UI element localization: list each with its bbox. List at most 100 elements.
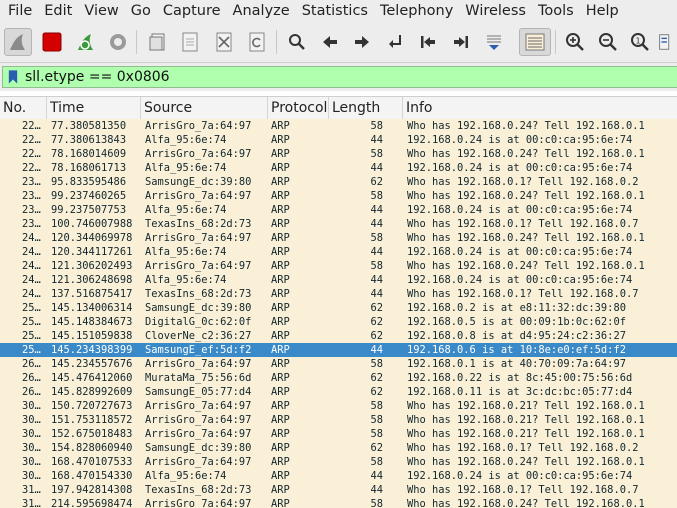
packet-time: 151.753118572 bbox=[51, 414, 133, 426]
packet-row[interactable]: 22… 78.168061713 Alfa_95:6e:74 ARP 44 192.168… bbox=[0, 161, 677, 175]
menu-statistics[interactable]: Statistics bbox=[296, 0, 374, 22]
packet-length: 44 bbox=[370, 204, 383, 216]
display-filter-input[interactable]: sll.etype == 0x0806 bbox=[2, 66, 677, 88]
packet-row[interactable]: 24… 137.516875417 TexasIns_68:2d:73 ARP 44 Wh… bbox=[0, 287, 677, 301]
packet-row[interactable]: 25… 145.134006314 SamsungE_dc:39:80 ARP 62 19… bbox=[0, 301, 677, 315]
close-file-button[interactable] bbox=[210, 28, 238, 56]
packet-time: 137.516875417 bbox=[51, 288, 133, 300]
packet-row[interactable]: 26… 145.234557676 ArrisGro_7a:64:97 ARP 58 19… bbox=[0, 357, 677, 371]
column-header-length[interactable]: Length bbox=[329, 97, 403, 119]
menu-view[interactable]: View bbox=[78, 0, 124, 22]
reload-file-button[interactable] bbox=[243, 28, 271, 56]
packet-row[interactable]: 26… 145.476412060 MurataMa_75:56:6d ARP 62 19… bbox=[0, 371, 677, 385]
packet-row[interactable]: 22… 77.380581350 ArrisGro_7a:64:97 ARP 58 Who… bbox=[0, 119, 677, 133]
menu-wireless[interactable]: Wireless bbox=[459, 0, 532, 22]
toolbar-separator bbox=[136, 30, 137, 54]
packet-row[interactable]: 30… 168.470107533 ArrisGro_7a:64:97 ARP 58 Wh… bbox=[0, 455, 677, 469]
packet-row[interactable]: 25… 145.148384673 DigitalG_0c:62:0f ARP 62 19… bbox=[0, 315, 677, 329]
packet-protocol: ARP bbox=[271, 190, 290, 202]
bookmark-icon[interactable] bbox=[7, 68, 19, 86]
packet-source: ArrisGro_7a:64:97 bbox=[145, 232, 252, 244]
column-header-no[interactable]: No. bbox=[0, 97, 47, 119]
packet-length: 62 bbox=[370, 330, 383, 342]
packet-row[interactable]: 24… 120.344117261 Alfa_95:6e:74 ARP 44 192.16… bbox=[0, 245, 677, 259]
packet-row[interactable]: 25… 145.151059838 CloverNe_c2:36:27 ARP 62 19… bbox=[0, 329, 677, 343]
packet-number: 24… bbox=[22, 260, 41, 272]
packet-row[interactable]: 26… 145.828992609 SamsungE_05:77:d4 ARP 62 19… bbox=[0, 385, 677, 399]
packet-row[interactable]: 30… 151.753118572 ArrisGro_7a:64:97 ARP 58 Wh… bbox=[0, 413, 677, 427]
menu-go[interactable]: Go bbox=[125, 0, 157, 22]
go-last-packet-button[interactable] bbox=[447, 28, 475, 56]
column-header-time[interactable]: Time bbox=[47, 97, 141, 119]
go-forward-button[interactable] bbox=[348, 28, 376, 56]
packet-row[interactable]: 22… 77.380613843 Alfa_95:6e:74 ARP 44 192.168… bbox=[0, 133, 677, 147]
packet-row-selected[interactable]: 25… 145.234398399 SamsungE_ef:5d:f2 ARP 44 19… bbox=[0, 343, 677, 357]
packet-row[interactable]: 24… 121.306248698 Alfa_95:6e:74 ARP 44 192.16… bbox=[0, 273, 677, 287]
packet-length: 62 bbox=[370, 386, 383, 398]
packet-row[interactable]: 30… 154.828060940 SamsungE_dc:39:80 ARP 62 Wh… bbox=[0, 441, 677, 455]
packet-length: 62 bbox=[370, 372, 383, 384]
close-file-icon bbox=[216, 32, 232, 52]
menu-file[interactable]: File bbox=[0, 0, 38, 22]
stop-capture-button[interactable] bbox=[38, 28, 66, 56]
packet-time: 152.675018483 bbox=[51, 428, 133, 440]
packet-row[interactable]: 24… 121.306202493 ArrisGro_7a:64:97 ARP 58 Wh… bbox=[0, 259, 677, 273]
packet-info: 192.168.0.1 is at 40:70:09:7a:64:97 bbox=[407, 358, 626, 370]
packet-time: 100.746007988 bbox=[51, 218, 133, 230]
go-first-packet-icon bbox=[421, 36, 435, 48]
packet-row[interactable]: 23… 95.833595486 SamsungE_dc:39:80 ARP 62 Who… bbox=[0, 175, 677, 189]
packet-row[interactable]: 22… 78.168014609 ArrisGro_7a:64:97 ARP 58 Who… bbox=[0, 147, 677, 161]
column-header-info[interactable]: Info bbox=[403, 97, 677, 119]
packet-protocol: ARP bbox=[271, 372, 290, 384]
packet-row[interactable]: 23… 100.746007988 TexasIns_68:2d:73 ARP 44 Wh… bbox=[0, 217, 677, 231]
packet-protocol: ARP bbox=[271, 176, 290, 188]
packet-source: TexasIns_68:2d:73 bbox=[145, 484, 252, 496]
start-capture-button[interactable] bbox=[4, 28, 32, 56]
packet-row[interactable]: 23… 99.237507753 Alfa_95:6e:74 ARP 44 192.168… bbox=[0, 203, 677, 217]
packet-source: CloverNe_c2:36:27 bbox=[145, 330, 252, 342]
go-first-packet-button[interactable] bbox=[414, 28, 442, 56]
packet-time: 150.720727673 bbox=[51, 400, 133, 412]
packet-length: 58 bbox=[370, 400, 383, 412]
resize-columns-button[interactable] bbox=[656, 28, 676, 56]
packet-row[interactable]: 31… 214.595698474 ArrisGro_7a:64:97 ARP 58 Wh… bbox=[0, 497, 677, 508]
menu-telephony[interactable]: Telephony bbox=[374, 0, 459, 22]
open-file-button[interactable] bbox=[144, 28, 172, 56]
menu-edit[interactable]: Edit bbox=[38, 0, 78, 22]
packet-row[interactable]: 23… 99.237460265 ArrisGro_7a:64:97 ARP 58 Who… bbox=[0, 189, 677, 203]
capture-options-button[interactable] bbox=[104, 28, 132, 56]
colorize-button[interactable] bbox=[519, 28, 551, 56]
packet-row[interactable]: 30… 168.470154330 Alfa_95:6e:74 ARP 44 192.16… bbox=[0, 469, 677, 483]
packet-protocol: ARP bbox=[271, 470, 290, 482]
normal-size-button[interactable]: 1 bbox=[626, 28, 654, 56]
packet-row[interactable]: 30… 150.720727673 ArrisGro_7a:64:97 ARP 58 Wh… bbox=[0, 399, 677, 413]
packet-source: ArrisGro_7a:64:97 bbox=[145, 414, 252, 426]
menu-help[interactable]: Help bbox=[580, 0, 625, 22]
column-header-protocol[interactable]: Protocol bbox=[268, 97, 329, 119]
packet-row[interactable]: 24… 120.344069978 ArrisGro_7a:64:97 ARP 58 Wh… bbox=[0, 231, 677, 245]
packet-protocol: ARP bbox=[271, 484, 290, 496]
packet-number: 25… bbox=[22, 344, 41, 356]
packet-number: 22… bbox=[22, 148, 41, 160]
zoom-in-button[interactable] bbox=[561, 28, 589, 56]
column-header-source[interactable]: Source bbox=[141, 97, 268, 119]
restart-capture-button[interactable] bbox=[72, 28, 100, 56]
go-to-packet-button[interactable] bbox=[381, 28, 409, 56]
packet-source: Alfa_95:6e:74 bbox=[145, 162, 227, 174]
zoom-out-button[interactable] bbox=[594, 28, 622, 56]
go-back-button[interactable] bbox=[316, 28, 344, 56]
autoscroll-button[interactable] bbox=[480, 28, 508, 56]
save-file-button[interactable] bbox=[176, 28, 204, 56]
shark-fin-start-icon bbox=[10, 34, 25, 50]
find-packet-button[interactable] bbox=[283, 28, 311, 56]
menu-capture[interactable]: Capture bbox=[157, 0, 227, 22]
packet-number: 24… bbox=[22, 288, 41, 300]
packet-protocol: ARP bbox=[271, 246, 290, 258]
menu-analyze[interactable]: Analyze bbox=[227, 0, 296, 22]
packet-length: 62 bbox=[370, 302, 383, 314]
packet-row[interactable]: 30… 152.675018483 ArrisGro_7a:64:97 ARP 58 Wh… bbox=[0, 427, 677, 441]
menu-tools[interactable]: Tools bbox=[532, 0, 580, 22]
packet-source: ArrisGro_7a:64:97 bbox=[145, 260, 252, 272]
packet-time: 77.380613843 bbox=[51, 134, 127, 146]
packet-row[interactable]: 31… 197.942814308 TexasIns_68:2d:73 ARP 44 Wh… bbox=[0, 483, 677, 497]
